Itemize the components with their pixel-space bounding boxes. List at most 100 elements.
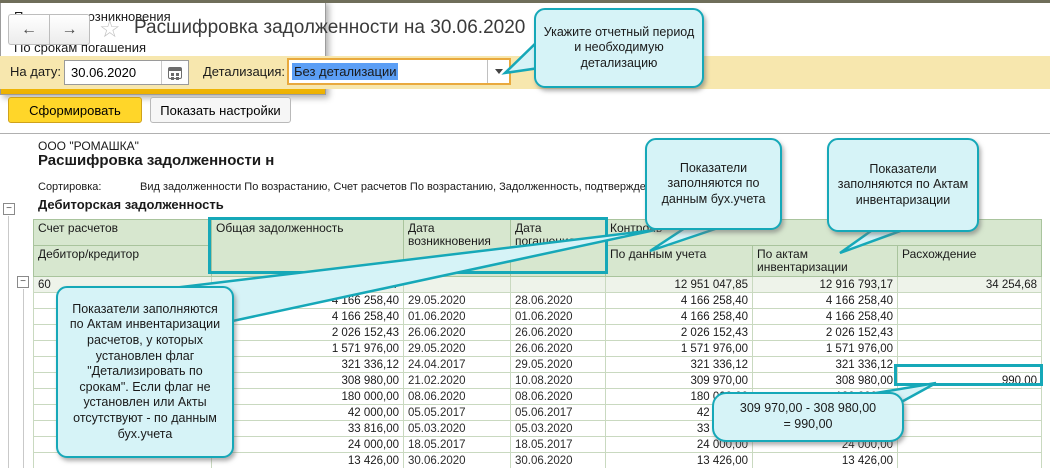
cell-by-accounting[interactable]: 12 951 047,85 [605,276,753,293]
detail-combo-value[interactable]: Без детализации [292,63,399,80]
cell-date-origin[interactable]: 01.06.2020 [403,308,511,325]
cell-date-origin[interactable]: 30.06.2020 [403,452,511,468]
cell-date-origin[interactable]: 05.03.2020 [403,420,511,437]
cell-date-origin[interactable]: 24.04.2017 [403,356,511,373]
cell-discrepancy[interactable] [896,308,1043,325]
cell-by-accounting[interactable]: 309 970,00 [605,372,753,389]
cell-total[interactable]: 13 426,00 [211,452,404,468]
show-settings-button[interactable]: Показать настройки [150,97,291,123]
cell-total[interactable]: 42 000,00 [211,404,404,421]
cell-total[interactable]: 4 166 258,40 [211,292,404,309]
callout-period: Укажите отчетный период и необходимую де… [534,8,704,88]
cell-total[interactable]: 4 166 258,40 [211,308,404,325]
cell-date-due[interactable]: 29.05.2020 [510,356,606,373]
forward-arrow-icon: → [61,20,78,38]
calendar-button[interactable] [161,61,188,84]
cell-discrepancy[interactable] [896,292,1043,309]
collapse-account-icon[interactable]: − [17,276,29,288]
back-arrow-icon: ← [21,20,37,38]
cell-by-acts[interactable]: 308 980,00 [752,372,898,389]
cell-total[interactable]: 33 816,00 [211,420,404,437]
callout-by-accounting: Показатели заполняются по данным бух.уче… [645,138,782,230]
cell-total[interactable]: 321 336,12 [211,356,404,373]
cell-date-due[interactable]: 28.06.2020 [510,292,606,309]
header-date-origin[interactable]: Дата возникновения [403,219,511,277]
cell-date-due[interactable]: 01.06.2020 [510,308,606,325]
cell-date-due[interactable]: 10.08.2020 [510,372,606,389]
header-by-acts[interactable]: По актам инвентаризации [752,245,898,277]
generate-button[interactable]: Сформировать [8,97,142,123]
sort-value: Вид задолженности По возрастанию, Счет р… [140,181,652,193]
cell-date-origin[interactable]: 29.05.2020 [403,292,511,309]
calendar-icon [168,66,182,79]
cell-date-due[interactable]: 26.06.2020 [510,340,606,357]
cell-by-acts[interactable]: 4 166 258,40 [752,292,898,309]
detail-label: Детализация: [203,64,286,79]
forward-button[interactable]: → [49,14,90,45]
favorite-star-icon[interactable]: ☆ [99,18,121,42]
cell-date-due[interactable]: 05.03.2020 [510,420,606,437]
cell-discrepancy[interactable] [896,356,1043,373]
cell-by-accounting[interactable]: 4 166 258,40 [605,308,753,325]
back-button[interactable]: ← [8,14,49,45]
cell-by-acts[interactable]: 1 571 976,00 [752,340,898,357]
cell-date-origin[interactable]: 21.02.2020 [403,372,511,389]
header-total-debt[interactable]: Общая задолженность [211,219,404,277]
header-discrepancy[interactable]: Расхождение [896,245,1043,277]
cell-date-origin[interactable]: 05.05.2017 [403,404,511,421]
cell-by-accounting[interactable]: 1 571 976,00 [605,340,753,357]
cell-date-due[interactable]: 18.05.2017 [510,436,606,453]
report-title: Расшифровка задолженности н [38,152,275,169]
sort-label: Сортировка: [38,181,102,193]
cell-by-acts[interactable]: 13 426,00 [752,452,898,468]
cell-by-accounting[interactable]: 2 026 152,43 [605,324,753,341]
header-by-accounting[interactable]: По данным учета [605,245,753,277]
cell-by-accounting[interactable]: 4 166 258,40 [605,292,753,309]
cell-discrepancy[interactable] [896,324,1043,341]
cell-by-acts[interactable]: 12 916 793,17 [752,276,898,293]
cell-date-origin[interactable]: 26.06.2020 [403,324,511,341]
nav-buttons: ← → [8,14,90,45]
cell-discrepancy[interactable]: 34 254,68 [896,276,1043,293]
cell-discrepancy[interactable] [896,436,1043,453]
cell-by-acts[interactable]: 2 026 152,43 [752,324,898,341]
toolbar-divider [0,133,1050,134]
cell-date-origin[interactable] [403,276,511,293]
tree-line [23,289,24,468]
cell-date-origin[interactable]: 29.05.2020 [403,340,511,357]
header-debtor[interactable]: Дебитор/кредитор [33,245,212,277]
collapse-group-icon[interactable]: − [3,203,15,215]
cell-date-due[interactable]: 08.06.2020 [510,388,606,405]
combo-dropdown-button[interactable] [487,60,509,83]
cell-discrepancy[interactable] [896,404,1043,421]
cell-date-due[interactable] [510,276,606,293]
cell-total[interactable]: 2 026 152,43 [211,324,404,341]
date-input[interactable] [65,61,161,84]
cell-total[interactable]: 1 571 976,00 [211,340,404,357]
cell-discrepancy[interactable]: 990,00 [896,372,1043,389]
cell-total[interactable]: 24 000,00 [211,436,404,453]
cell-date-due[interactable]: 30.06.2020 [510,452,606,468]
cell-discrepancy[interactable] [896,452,1043,468]
cell-by-accounting[interactable]: 13 426,00 [605,452,753,468]
cell-total[interactable]: 12 916 793,17 [211,276,404,293]
cell-discrepancy[interactable] [896,340,1043,357]
cell-date-due[interactable]: 26.06.2020 [510,324,606,341]
cell-discrepancy[interactable] [896,388,1043,405]
report-window: ← → ☆ Расшифровка задолженности на 30.06… [0,0,1050,468]
page-title: Расшифровка задолженности на 30.06.2020 [134,17,526,38]
header-date-due[interactable]: Дата погашения [510,219,606,277]
cell-by-acts[interactable]: 4 166 258,40 [752,308,898,325]
cell-date-origin[interactable]: 18.05.2017 [403,436,511,453]
tree-line [8,216,9,468]
cell-by-acts[interactable]: 321 336,12 [752,356,898,373]
cell-date-origin[interactable]: 08.06.2020 [403,388,511,405]
cell-discrepancy[interactable] [896,420,1043,437]
header-account[interactable]: Счет расчетов [33,219,212,246]
section-title-receivables: Дебиторская задолженность [38,197,224,212]
cell-total[interactable]: 308 980,00 [211,372,404,389]
cell-date-due[interactable]: 05.06.2017 [510,404,606,421]
cell-by-accounting[interactable]: 321 336,12 [605,356,753,373]
detail-combo[interactable]: Без детализации [287,58,511,85]
cell-total[interactable]: 180 000,00 [211,388,404,405]
